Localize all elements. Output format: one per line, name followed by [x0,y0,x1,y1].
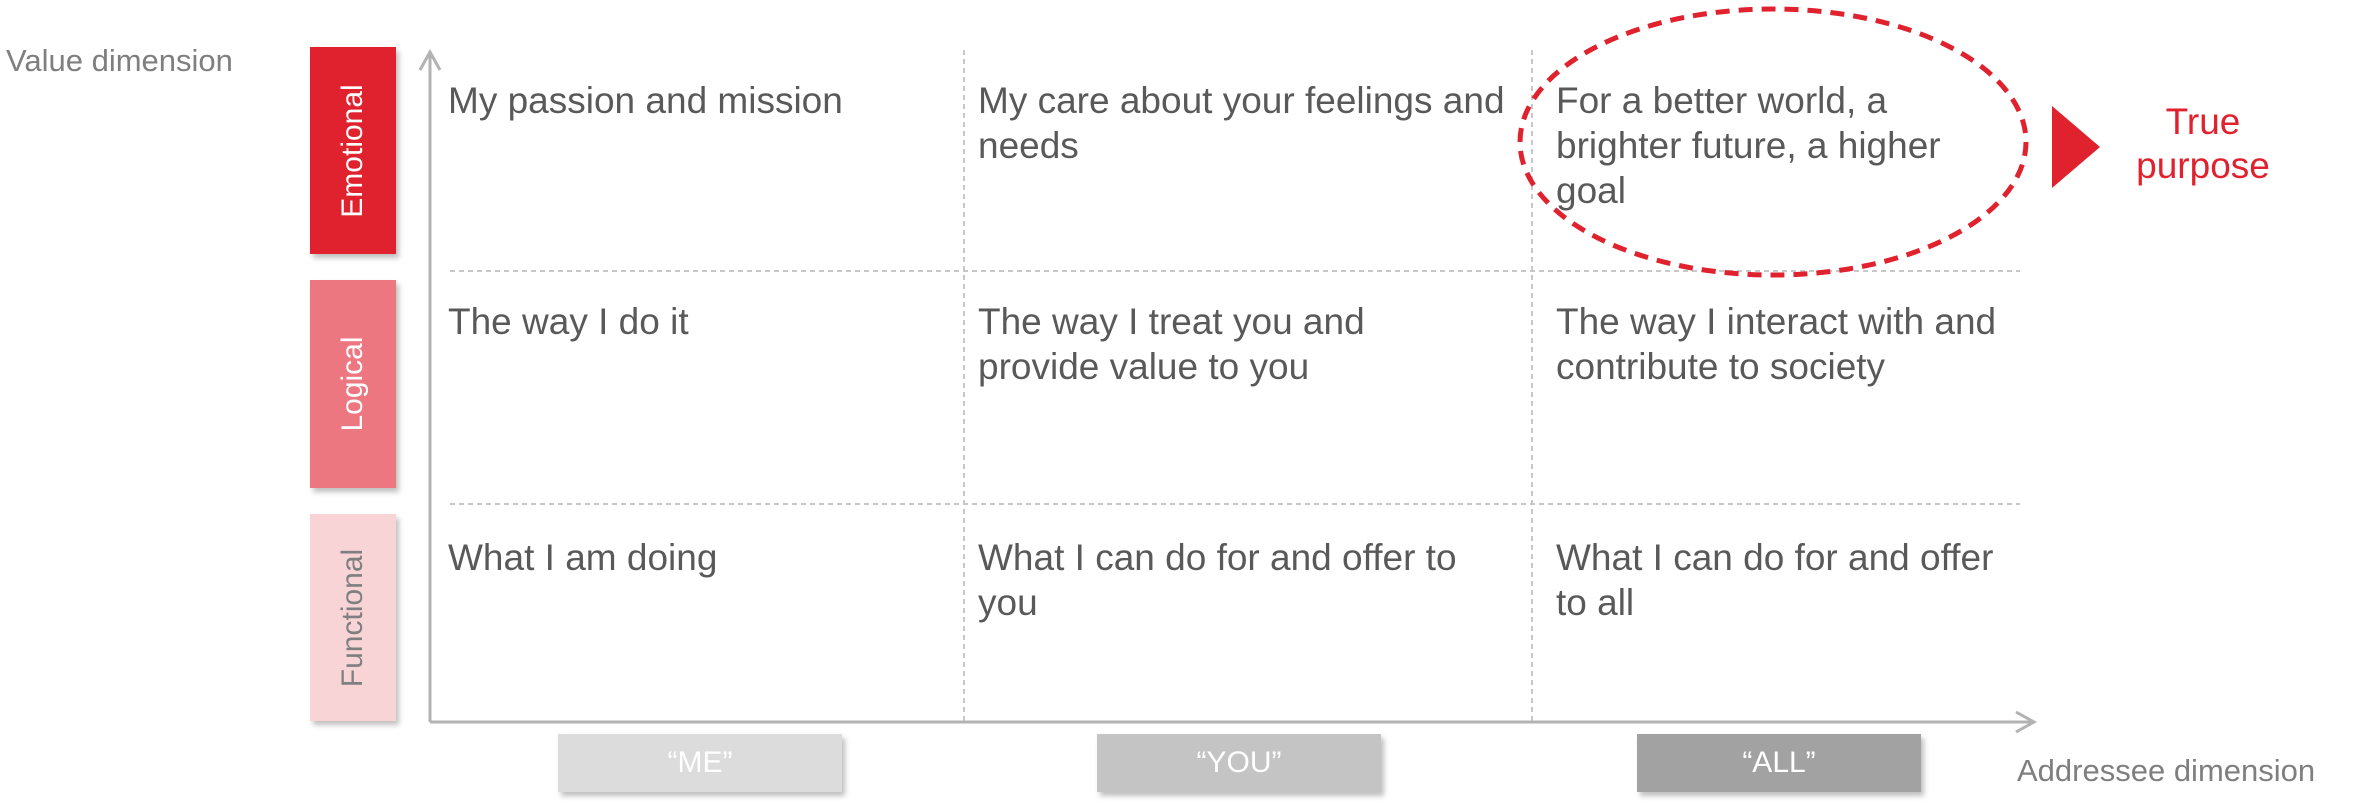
cell-functional-all: What I can do for and offer to all [1556,537,1994,623]
row-label-emotional: Emotional [310,47,396,254]
cell-functional-you: What I can do for and offer to you [978,537,1457,623]
cell-emotional-all: For a better world, a brighter future, a… [1556,80,1941,211]
cell-logical-all: The way I interact with and contribute t… [1556,301,1997,387]
row-label-functional: Functional [310,514,396,721]
cell-emotional-you: My care about your feelings and needs [978,80,1505,166]
row-label-logical: Logical [310,280,396,488]
column-label-all: “ALL” [1637,734,1921,792]
column-label-me: “ME” [558,734,842,792]
true-purpose-arrow-icon [2052,106,2100,188]
column-label-you: “YOU” [1097,734,1381,792]
cell-emotional-me: My passion and mission [448,80,843,121]
cell-logical-you: The way I treat you and provide value to… [978,301,1365,387]
cell-functional-me: What I am doing [448,537,718,578]
row-label-emotional-text: Emotional [336,83,369,218]
cell-logical-me: The way I do it [448,301,689,342]
row-label-functional-text: Functional [336,548,369,687]
true-purpose-label: True purpose [2136,101,2270,186]
row-label-logical-text: Logical [336,336,369,432]
